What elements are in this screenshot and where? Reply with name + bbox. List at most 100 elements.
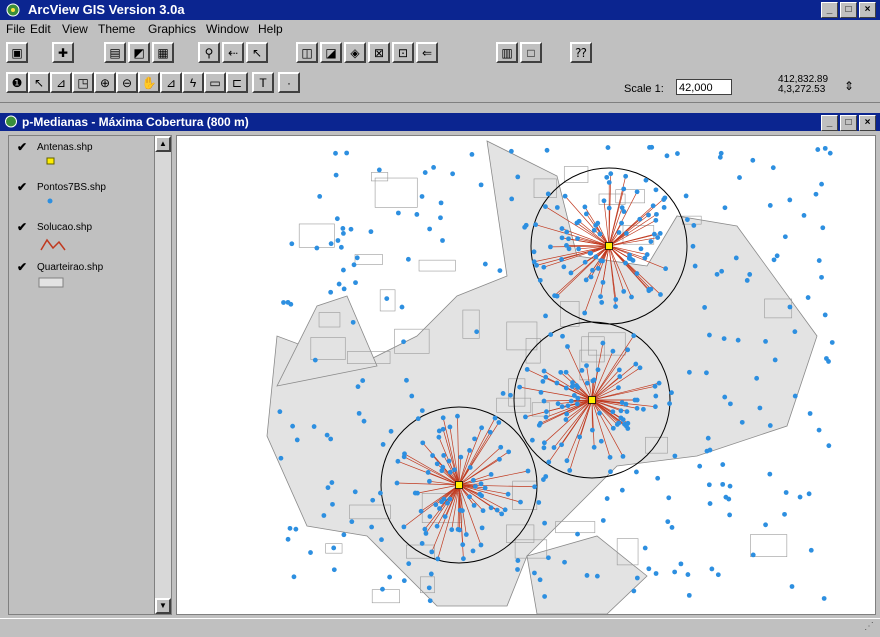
- demand-point: [334, 173, 339, 178]
- demand-point: [646, 213, 651, 218]
- vertex-icon[interactable]: ⊿: [50, 72, 72, 93]
- demand-point: [625, 409, 630, 414]
- text-icon[interactable]: T: [252, 72, 274, 93]
- demand-point: [613, 304, 618, 309]
- demand-point: [679, 561, 684, 566]
- demand-point: [329, 241, 334, 246]
- demand-point: [575, 236, 580, 241]
- block-outline: [355, 255, 383, 265]
- demand-point: [802, 213, 807, 218]
- table-icon[interactable]: ▦: [152, 42, 174, 63]
- view-close-button[interactable]: ×: [859, 115, 876, 131]
- demand-point: [722, 395, 727, 400]
- area-icon[interactable]: ▭: [204, 72, 226, 93]
- theme-checkbox[interactable]: ✔: [17, 220, 27, 234]
- edit-legend-icon[interactable]: ◩: [128, 42, 150, 63]
- demand-point: [580, 368, 585, 373]
- save-icon[interactable]: ▣: [6, 42, 28, 63]
- close-button[interactable]: ×: [859, 2, 876, 18]
- demand-point: [455, 414, 460, 419]
- theme-checkbox[interactable]: ✔: [17, 140, 27, 154]
- demand-point: [541, 265, 546, 270]
- demand-point: [564, 417, 569, 422]
- block-outline: [419, 260, 455, 271]
- zoom-full-icon[interactable]: ◫: [296, 42, 318, 63]
- label-icon[interactable]: ⊏: [226, 72, 248, 93]
- layout-icon[interactable]: ▥: [496, 42, 518, 63]
- measure-icon[interactable]: ⊿: [160, 72, 182, 93]
- select-feature-icon[interactable]: ◳: [72, 72, 94, 93]
- draw-icon[interactable]: ·: [278, 72, 300, 93]
- menu-help[interactable]: Help: [258, 22, 283, 36]
- map-display[interactable]: [176, 135, 876, 615]
- select-arrow-icon[interactable]: ↖: [246, 42, 268, 63]
- demand-point: [342, 286, 347, 291]
- menu-edit[interactable]: Edit: [30, 22, 51, 36]
- hotlink-icon[interactable]: ϟ: [182, 72, 204, 93]
- demand-point: [508, 393, 513, 398]
- zoom-in-icon[interactable]: ⊠: [368, 42, 390, 63]
- demand-point: [808, 411, 813, 416]
- demand-point: [588, 251, 593, 256]
- minimize-button[interactable]: _: [821, 2, 838, 18]
- demand-point: [718, 155, 723, 160]
- demand-point: [286, 537, 291, 542]
- demand-point: [560, 334, 565, 339]
- zoom-previous-icon[interactable]: ⇐: [416, 42, 438, 63]
- demand-point: [582, 205, 587, 210]
- demand-point: [643, 546, 648, 551]
- demand-point: [497, 268, 502, 273]
- demand-point: [458, 455, 463, 460]
- zoom-out-icon[interactable]: ⊡: [392, 42, 414, 63]
- demand-point: [653, 218, 658, 223]
- add-theme-icon[interactable]: ✚: [52, 42, 74, 63]
- scroll-up-button[interactable]: ▲: [155, 136, 171, 152]
- pan-icon[interactable]: ✋: [138, 72, 160, 93]
- theme-checkbox[interactable]: ✔: [17, 180, 27, 194]
- menu-graphics[interactable]: Graphics: [148, 22, 196, 36]
- demand-point: [448, 470, 453, 475]
- demand-point: [625, 421, 630, 426]
- demand-point: [621, 187, 626, 192]
- scroll-down-button[interactable]: ▼: [155, 598, 171, 614]
- demand-point: [341, 231, 346, 236]
- menu-file[interactable]: File: [6, 22, 25, 36]
- demand-point: [308, 550, 313, 555]
- zoom-out-tool-icon[interactable]: ⊖: [116, 72, 138, 93]
- demand-point: [440, 465, 445, 470]
- scale-input[interactable]: 42,000: [676, 79, 732, 95]
- demand-point: [321, 513, 326, 518]
- demand-point: [706, 436, 711, 441]
- map-canvas[interactable]: [177, 136, 876, 615]
- theme-properties-icon[interactable]: ▤: [104, 42, 126, 63]
- menu-theme[interactable]: Theme: [98, 22, 135, 36]
- identify-icon[interactable]: ❶: [6, 72, 28, 93]
- zoom-in-tool-icon[interactable]: ⊕: [94, 72, 116, 93]
- view-minimize-button[interactable]: _: [821, 115, 838, 131]
- view-maximize-button[interactable]: □: [840, 115, 857, 131]
- maximize-button[interactable]: □: [840, 2, 857, 18]
- blank-icon[interactable]: □: [520, 42, 542, 63]
- query-icon[interactable]: ⇠: [222, 42, 244, 63]
- find-icon[interactable]: ⚲: [198, 42, 220, 63]
- zoom-active-icon[interactable]: ◪: [320, 42, 342, 63]
- help-icon[interactable]: ⁇: [570, 42, 592, 63]
- pointer-icon[interactable]: ↖: [28, 72, 50, 93]
- theme-checkbox[interactable]: ✔: [17, 260, 27, 274]
- menu-view[interactable]: View: [62, 22, 88, 36]
- demand-point: [620, 488, 625, 493]
- demand-point: [575, 532, 580, 537]
- toc-scrollbar[interactable]: ▲ ▼: [154, 136, 171, 614]
- demand-point: [539, 390, 544, 395]
- demand-point: [654, 571, 659, 576]
- demand-point: [387, 575, 392, 580]
- zoom-selected-icon[interactable]: ◈: [344, 42, 366, 63]
- demand-point: [560, 235, 565, 240]
- demand-point: [728, 401, 733, 406]
- demand-point: [543, 375, 548, 380]
- menu-window[interactable]: Window: [206, 22, 249, 36]
- demand-point: [631, 333, 636, 338]
- demand-point: [693, 264, 698, 269]
- demand-point: [439, 200, 444, 205]
- demand-point: [757, 406, 762, 411]
